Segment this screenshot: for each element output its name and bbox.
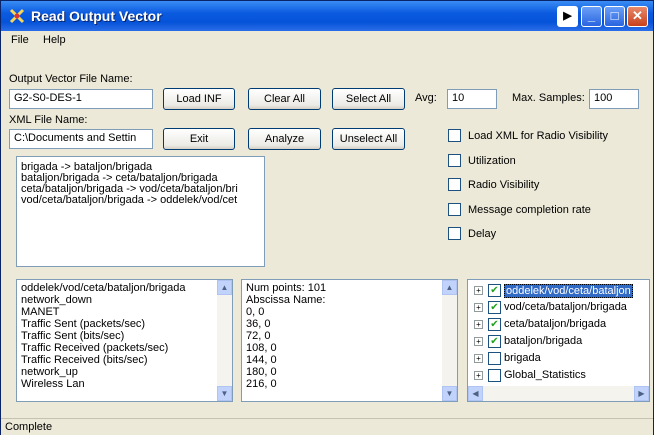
- scroll-right-icon[interactable]: ▶: [634, 386, 649, 401]
- expand-icon[interactable]: +: [474, 354, 483, 363]
- scroll-up-icon[interactable]: ▲: [442, 280, 457, 295]
- checkbox-checked-icon[interactable]: ✔: [488, 301, 501, 314]
- status-bar: Complete: [1, 418, 653, 435]
- load-xml-checkbox[interactable]: [448, 129, 461, 142]
- load-xml-label: Load XML for Radio Visibility: [468, 130, 609, 142]
- maximize-button[interactable]: □: [604, 6, 625, 27]
- app-icon: [9, 8, 25, 24]
- exit-button[interactable]: Exit: [163, 128, 235, 150]
- avg-input[interactable]: 10: [447, 89, 497, 109]
- scroll-left-icon[interactable]: ◀: [468, 386, 483, 401]
- data-points-list[interactable]: Num points: 101 Abscissa Name: 0, 0 36, …: [241, 279, 458, 402]
- xml-file-input[interactable]: C:\Documents and Settin: [9, 129, 153, 149]
- tree-node-label[interactable]: ceta/bataljon/brigada: [504, 318, 606, 330]
- list-item[interactable]: network_up: [21, 367, 78, 378]
- menu-bar: File Help: [1, 31, 653, 49]
- expand-icon[interactable]: +: [474, 320, 483, 329]
- minimize-button[interactable]: _: [581, 6, 602, 27]
- checkbox-unchecked-icon[interactable]: [488, 369, 501, 382]
- list-item[interactable]: Wireless Lan: [21, 379, 85, 390]
- play-icon[interactable]: ▶: [557, 6, 578, 27]
- scroll-down-icon[interactable]: ▼: [217, 386, 232, 401]
- vector-tree[interactable]: + ✔ oddelek/vod/ceta/bataljon + ✔ vod/ce…: [467, 279, 650, 402]
- delay-checkbox[interactable]: [448, 227, 461, 240]
- checkbox-unchecked-icon[interactable]: [488, 352, 501, 365]
- tree-node-label[interactable]: brigada: [504, 352, 541, 364]
- list-item[interactable]: Traffic Received (packets/sec): [21, 343, 168, 354]
- list-item[interactable]: MANET: [21, 307, 60, 318]
- list-item[interactable]: 36, 0: [246, 319, 270, 330]
- scrollbar[interactable]: ▲ ▼: [442, 280, 457, 401]
- max-samples-input[interactable]: 100: [589, 89, 639, 109]
- checkbox-checked-icon[interactable]: ✔: [488, 318, 501, 331]
- list-item[interactable]: Traffic Received (bits/sec): [21, 355, 148, 366]
- expand-icon[interactable]: +: [474, 337, 483, 346]
- list-item[interactable]: Abscissa Name:: [246, 295, 325, 306]
- routes-list[interactable]: brigada -> bataljon/brigada bataljon/bri…: [16, 156, 265, 267]
- unselect-all-button[interactable]: Unselect All: [332, 128, 405, 150]
- list-item[interactable]: Num points: 101: [246, 283, 326, 294]
- list-item[interactable]: oddelek/vod/ceta/bataljon/brigada: [21, 283, 186, 294]
- title-bar[interactable]: Read Output Vector ▶ _ □ ✕: [1, 1, 653, 31]
- horizontal-scrollbar[interactable]: ◀ ▶: [468, 386, 649, 401]
- xml-file-label: XML File Name:: [9, 114, 88, 126]
- output-vector-label: Output Vector File Name:: [9, 73, 133, 85]
- status-text: Complete: [5, 421, 53, 433]
- list-item[interactable]: vod/ceta/bataljon/brigada -> oddelek/vod…: [21, 195, 237, 206]
- list-item[interactable]: 144, 0: [246, 355, 277, 366]
- expand-icon[interactable]: +: [474, 303, 483, 312]
- radio-visibility-label: Radio Visibility: [468, 179, 540, 191]
- list-item[interactable]: 0, 0: [246, 307, 264, 318]
- clear-all-button[interactable]: Clear All: [248, 88, 321, 110]
- list-item[interactable]: 180, 0: [246, 367, 277, 378]
- list-item[interactable]: 72, 0: [246, 331, 270, 342]
- scrollbar[interactable]: ▲ ▼: [217, 280, 232, 401]
- close-button[interactable]: ✕: [627, 6, 648, 27]
- tree-node-label[interactable]: vod/ceta/bataljon/brigada: [504, 301, 627, 313]
- tree-node-label[interactable]: bataljon/brigada: [504, 335, 582, 347]
- window-title: Read Output Vector: [31, 8, 162, 24]
- list-item[interactable]: 108, 0: [246, 343, 277, 354]
- radio-visibility-checkbox[interactable]: [448, 178, 461, 191]
- max-samples-label: Max. Samples:: [512, 92, 585, 104]
- tree-node-label[interactable]: oddelek/vod/ceta/bataljon: [504, 284, 633, 298]
- message-completion-checkbox[interactable]: [448, 203, 461, 216]
- analyze-button[interactable]: Analyze: [248, 128, 321, 150]
- list-item[interactable]: 216, 0: [246, 379, 277, 390]
- statistics-list[interactable]: oddelek/vod/ceta/bataljon/brigada networ…: [16, 279, 233, 402]
- delay-label: Delay: [468, 228, 497, 240]
- list-item[interactable]: Traffic Sent (packets/sec): [21, 319, 145, 330]
- utilization-label: Utilization: [468, 155, 516, 167]
- list-item[interactable]: network_down: [21, 295, 92, 306]
- app-window: Read Output Vector ▶ _ □ ✕ File Help Out…: [0, 0, 654, 435]
- menu-file[interactable]: File: [11, 34, 29, 46]
- menu-help[interactable]: Help: [43, 34, 66, 46]
- scroll-down-icon[interactable]: ▼: [442, 386, 457, 401]
- expand-icon[interactable]: +: [474, 371, 483, 380]
- select-all-button[interactable]: Select All: [332, 88, 405, 110]
- message-completion-label: Message completion rate: [468, 204, 591, 216]
- tree-node-label[interactable]: Global_Statistics: [504, 369, 586, 381]
- checkbox-checked-icon[interactable]: ✔: [488, 335, 501, 348]
- expand-icon[interactable]: +: [474, 286, 483, 295]
- load-inf-button[interactable]: Load INF: [163, 88, 235, 110]
- checkbox-checked-icon[interactable]: ✔: [488, 284, 501, 297]
- list-item[interactable]: Traffic Sent (bits/sec): [21, 331, 124, 342]
- utilization-checkbox[interactable]: [448, 154, 461, 167]
- avg-label: Avg:: [415, 92, 437, 104]
- output-vector-input[interactable]: G2-S0-DES-1: [9, 89, 153, 109]
- scroll-up-icon[interactable]: ▲: [217, 280, 232, 295]
